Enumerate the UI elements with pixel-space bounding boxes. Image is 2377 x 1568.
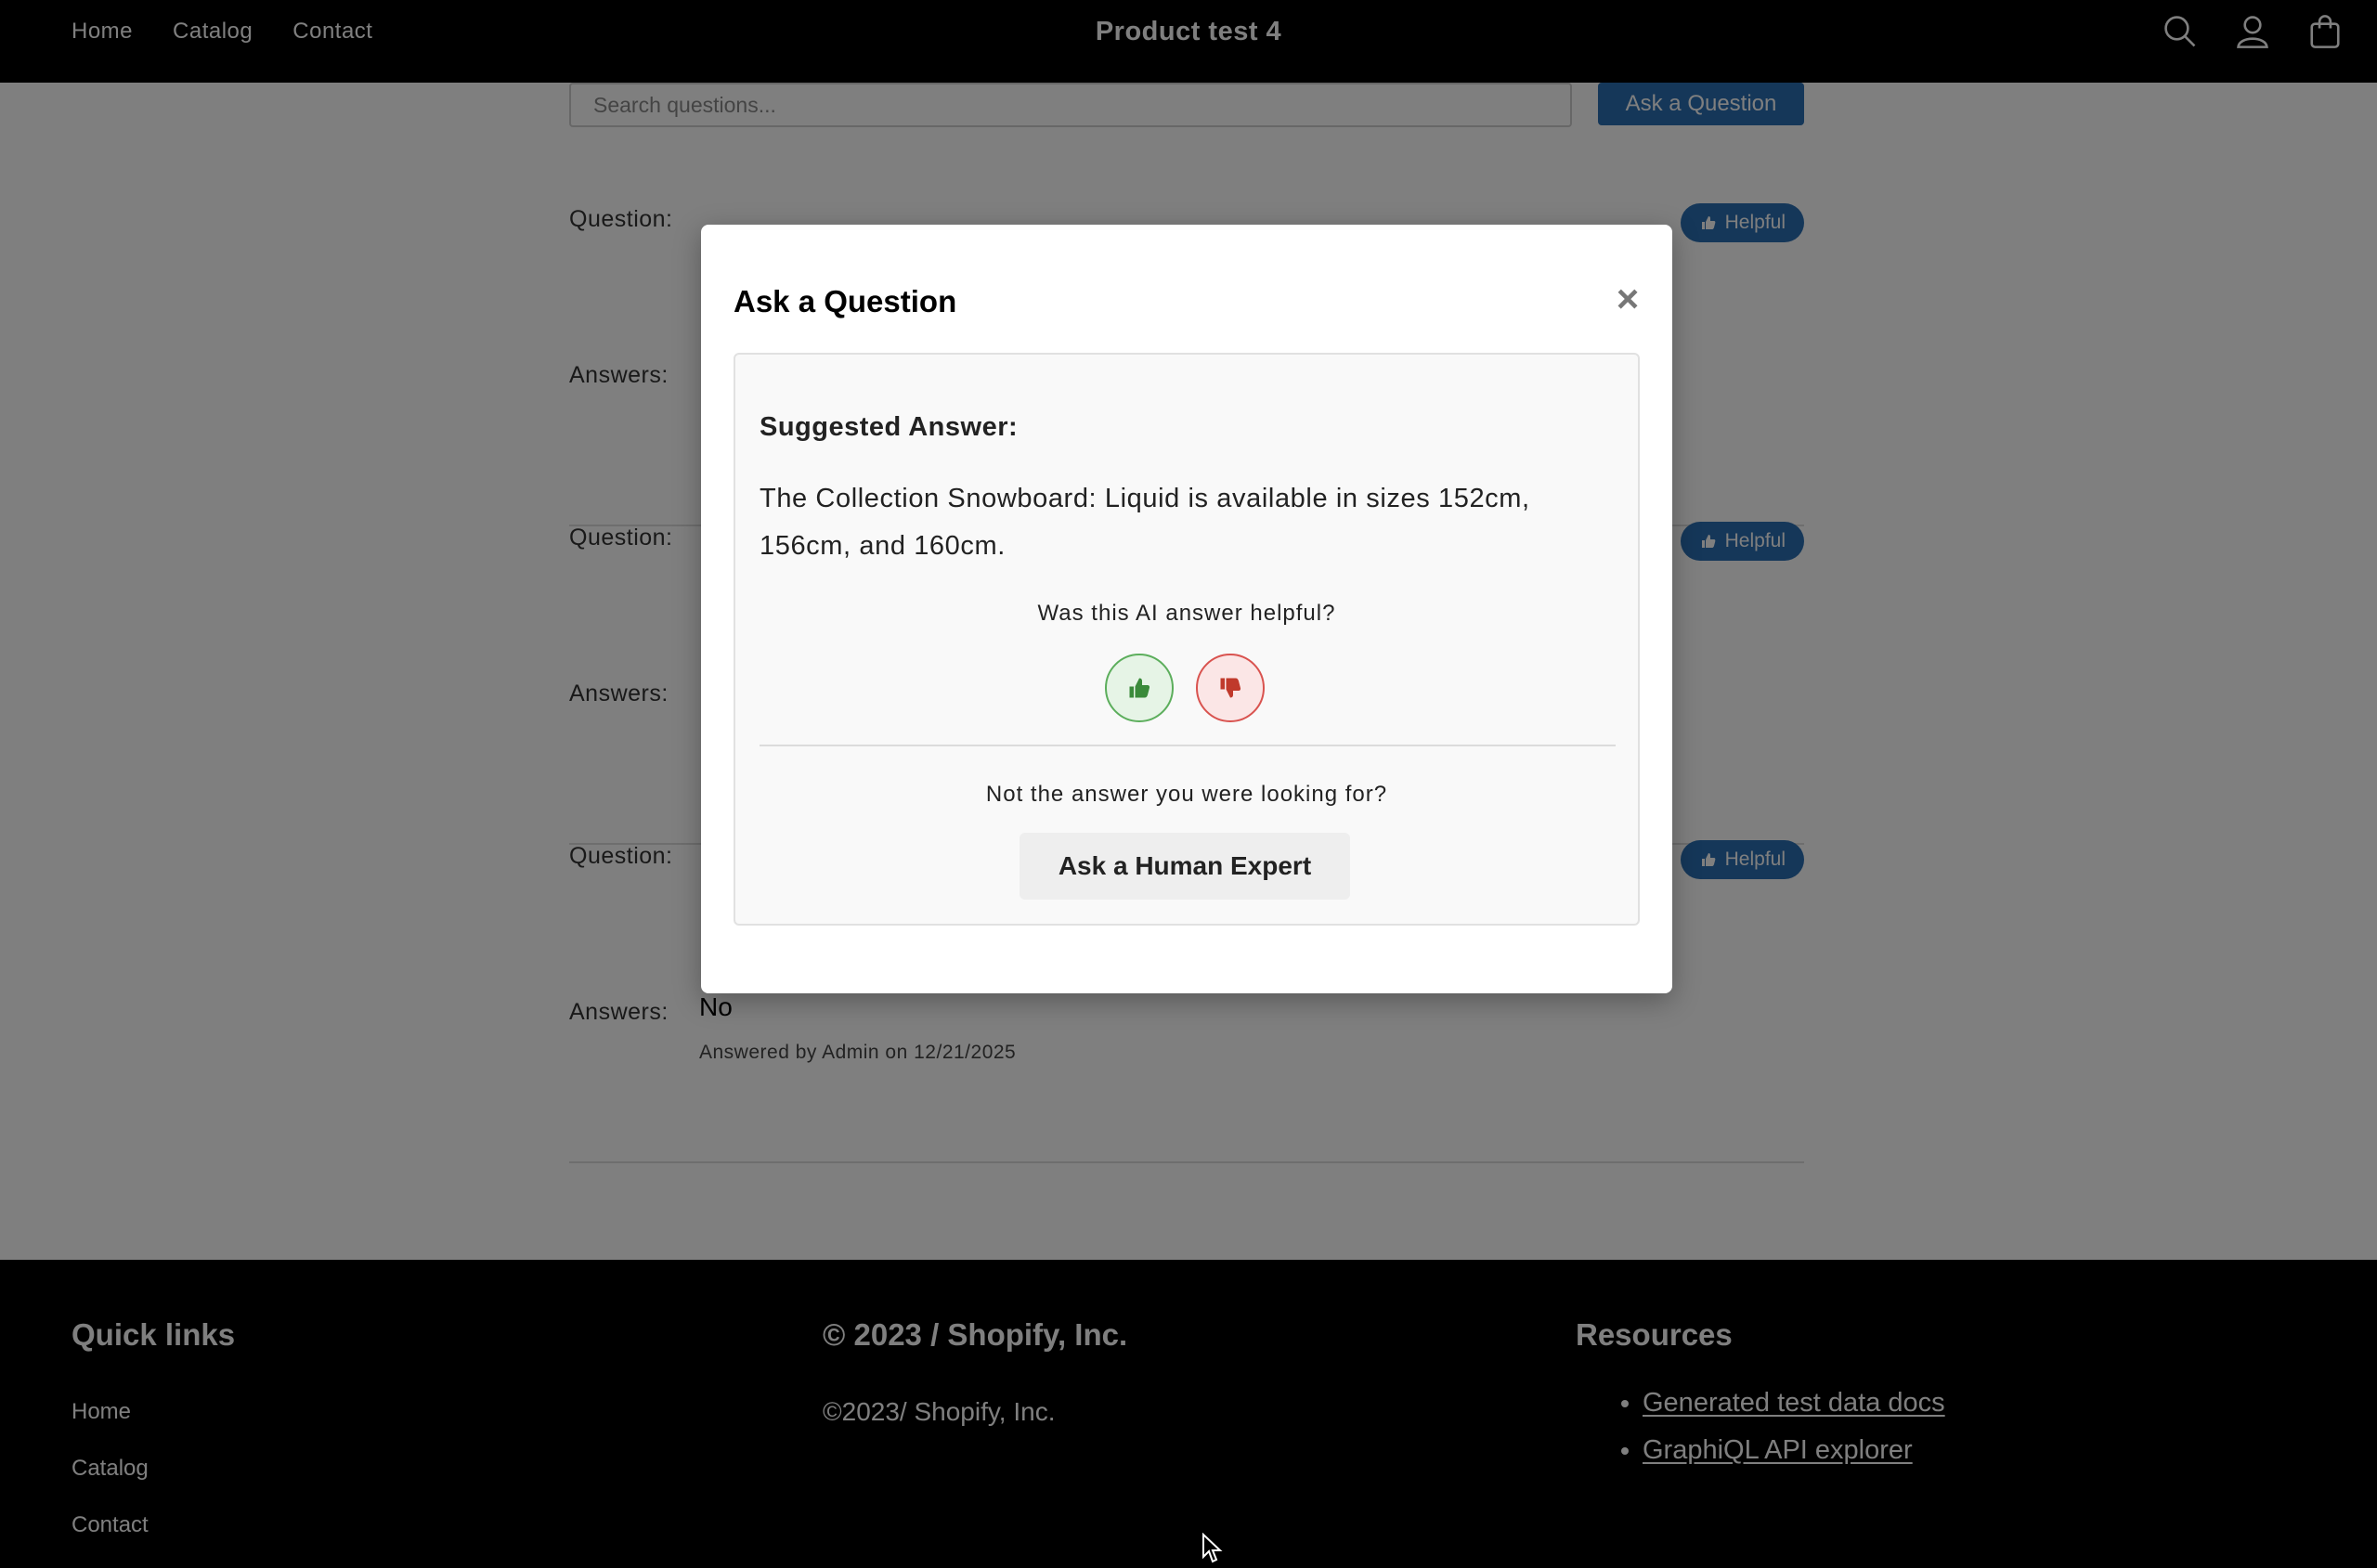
ask-human-expert-button[interactable]: Ask a Human Expert bbox=[1020, 833, 1350, 900]
close-icon[interactable]: × bbox=[1607, 279, 1648, 321]
suggested-answer-box: Suggested Answer: The Collection Snowboa… bbox=[734, 353, 1640, 926]
feedback-question: Was this AI answer helpful? bbox=[1037, 601, 1336, 626]
ask-question-modal: Ask a Question × Suggested Answer: The C… bbox=[701, 225, 1672, 993]
mouse-cursor-icon bbox=[1202, 1533, 1223, 1563]
suggested-answer-text: The Collection Snowboard: Liquid is avai… bbox=[760, 484, 1530, 561]
thumbs-up-icon bbox=[1129, 678, 1150, 698]
thumbs-down-icon bbox=[1220, 678, 1241, 698]
modal-title: Ask a Question bbox=[734, 284, 957, 318]
divider bbox=[760, 745, 1616, 746]
thumbs-down-button[interactable] bbox=[1196, 654, 1265, 722]
thumbs-up-button[interactable] bbox=[1105, 654, 1174, 722]
suggested-answer-label: Suggested Answer: bbox=[760, 412, 1019, 442]
not-answer-text: Not the answer you were looking for? bbox=[985, 782, 1388, 807]
